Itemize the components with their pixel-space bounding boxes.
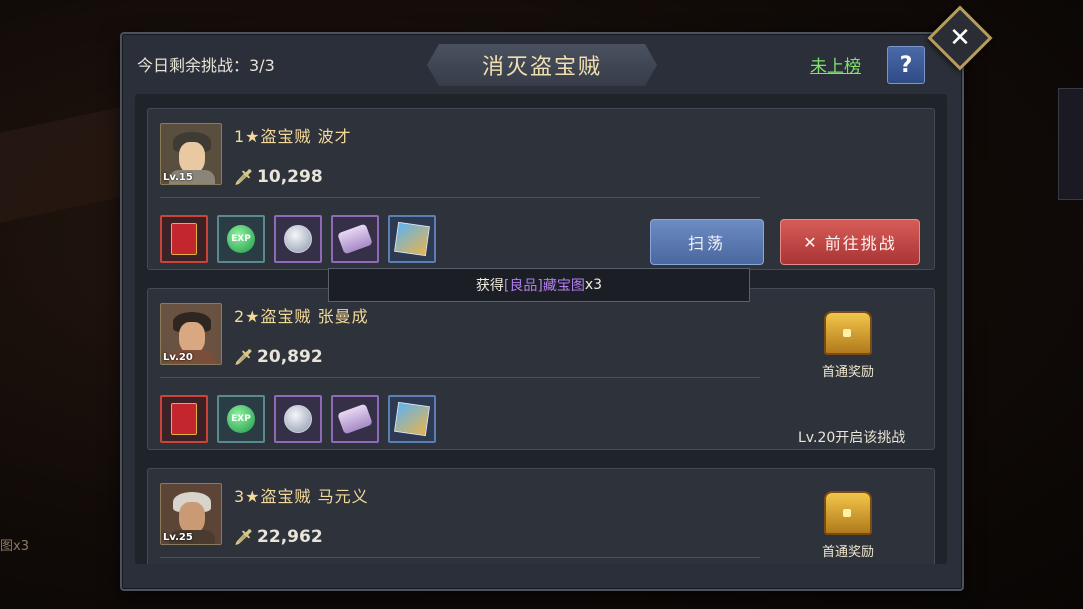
silver-coin-icon (284, 225, 312, 253)
thief-name: 3★盗宝贼 马元义 (234, 487, 369, 506)
divider (160, 557, 760, 558)
unlock-requirement: Lv.20开启该挑战 (798, 430, 906, 446)
combat-power: 🗡 20,892 (234, 347, 323, 367)
first-clear-reward[interactable]: 首通奖励 (798, 491, 898, 560)
treasure-chest-icon (824, 311, 872, 355)
silver-coin-icon (284, 405, 312, 433)
thief-name: 1★盗宝贼 波才 (234, 127, 352, 146)
combat-power: 🗡 10,298 (234, 167, 323, 187)
background-text: 图x3 (0, 539, 29, 554)
scroll-icon (337, 403, 373, 435)
list-item: Lv.20 2★盗宝贼 张曼成 🗡 20,892 EXP 首通奖励 Lv.20开启… (147, 288, 935, 450)
treasure-map-icon (394, 401, 430, 437)
divider (160, 377, 760, 378)
sword-icon: 🗡 (234, 528, 254, 546)
first-clear-label: 首通奖励 (821, 365, 874, 380)
reward-item[interactable]: EXP (217, 215, 265, 263)
first-clear-label: 首通奖励 (821, 545, 874, 560)
close-icon: ✕ (949, 23, 971, 53)
reward-item[interactable]: EXP (217, 395, 265, 443)
first-clear-reward[interactable]: 首通奖励 (798, 311, 898, 380)
sweep-button[interactable]: 扫荡 (650, 219, 764, 265)
exp-icon: EXP (227, 405, 255, 433)
list-item: Lv.25 3★盗宝贼 马元义 🗡 22,962 首通奖励 (147, 468, 935, 564)
thief-list[interactable]: Lv.15 1★盗宝贼 波才 🗡 10,298 EXP 扫荡 ✕ 前往挑战 Lv.2… (135, 94, 947, 564)
thief-name: 2★盗宝贼 张曼成 (234, 307, 369, 326)
avatar: Lv.25 (160, 483, 222, 545)
avatar: Lv.20 (160, 303, 222, 365)
combat-power: 🗡 22,962 (234, 527, 323, 547)
background-side-panel (1058, 88, 1083, 200)
level-badge: Lv.20 (163, 352, 193, 363)
dialog-title: 消灭盗宝贼 (481, 55, 602, 80)
divider (160, 197, 760, 198)
go-challenge-button[interactable]: ✕ 前往挑战 (780, 219, 920, 265)
combat-power-value: 22,962 (257, 527, 323, 547)
reward-item[interactable] (160, 215, 208, 263)
sword-icon: 🗡 (234, 168, 254, 186)
reward-item[interactable] (388, 395, 436, 443)
exp-icon: EXP (227, 225, 255, 253)
dialog-panel: 今日剩余挑战：3/3 消灭盗宝贼 未上榜 ? Lv.15 1★盗宝贼 波才 🗡 1… (120, 32, 964, 591)
sword-icon: 🗡 (234, 348, 254, 366)
reward-tooltip: 获得 [良品]藏宝图 x3 (328, 268, 750, 302)
reward-item[interactable] (160, 395, 208, 443)
reward-item[interactable] (274, 215, 322, 263)
reward-item[interactable] (331, 215, 379, 263)
book-icon (171, 403, 197, 435)
tooltip-item-name: [良品]藏宝图 (503, 278, 585, 294)
treasure-chest-icon (824, 491, 872, 535)
go-challenge-label: 前往挑战 (824, 234, 897, 253)
scroll-icon (337, 223, 373, 255)
combat-power-value: 10,298 (257, 167, 323, 187)
remaining-challenges: 今日剩余挑战：3/3 (137, 56, 275, 75)
avatar: Lv.15 (160, 123, 222, 185)
reward-item[interactable] (331, 395, 379, 443)
combat-power-value: 20,892 (257, 347, 323, 367)
level-badge: Lv.15 (163, 172, 193, 183)
book-icon (171, 223, 197, 255)
treasure-map-icon (394, 221, 430, 257)
level-badge: Lv.25 (163, 532, 193, 543)
tooltip-quantity: x3 (584, 277, 603, 293)
ranking-link[interactable]: 未上榜 (810, 52, 861, 77)
list-item: Lv.15 1★盗宝贼 波才 🗡 10,298 EXP 扫荡 ✕ 前往挑战 (147, 108, 935, 270)
help-button[interactable]: ? (887, 46, 925, 84)
reward-item[interactable] (388, 215, 436, 263)
tooltip-prefix: 获得 (475, 278, 504, 294)
crossed-swords-icon: ✕ (803, 232, 819, 252)
reward-item[interactable] (274, 395, 322, 443)
